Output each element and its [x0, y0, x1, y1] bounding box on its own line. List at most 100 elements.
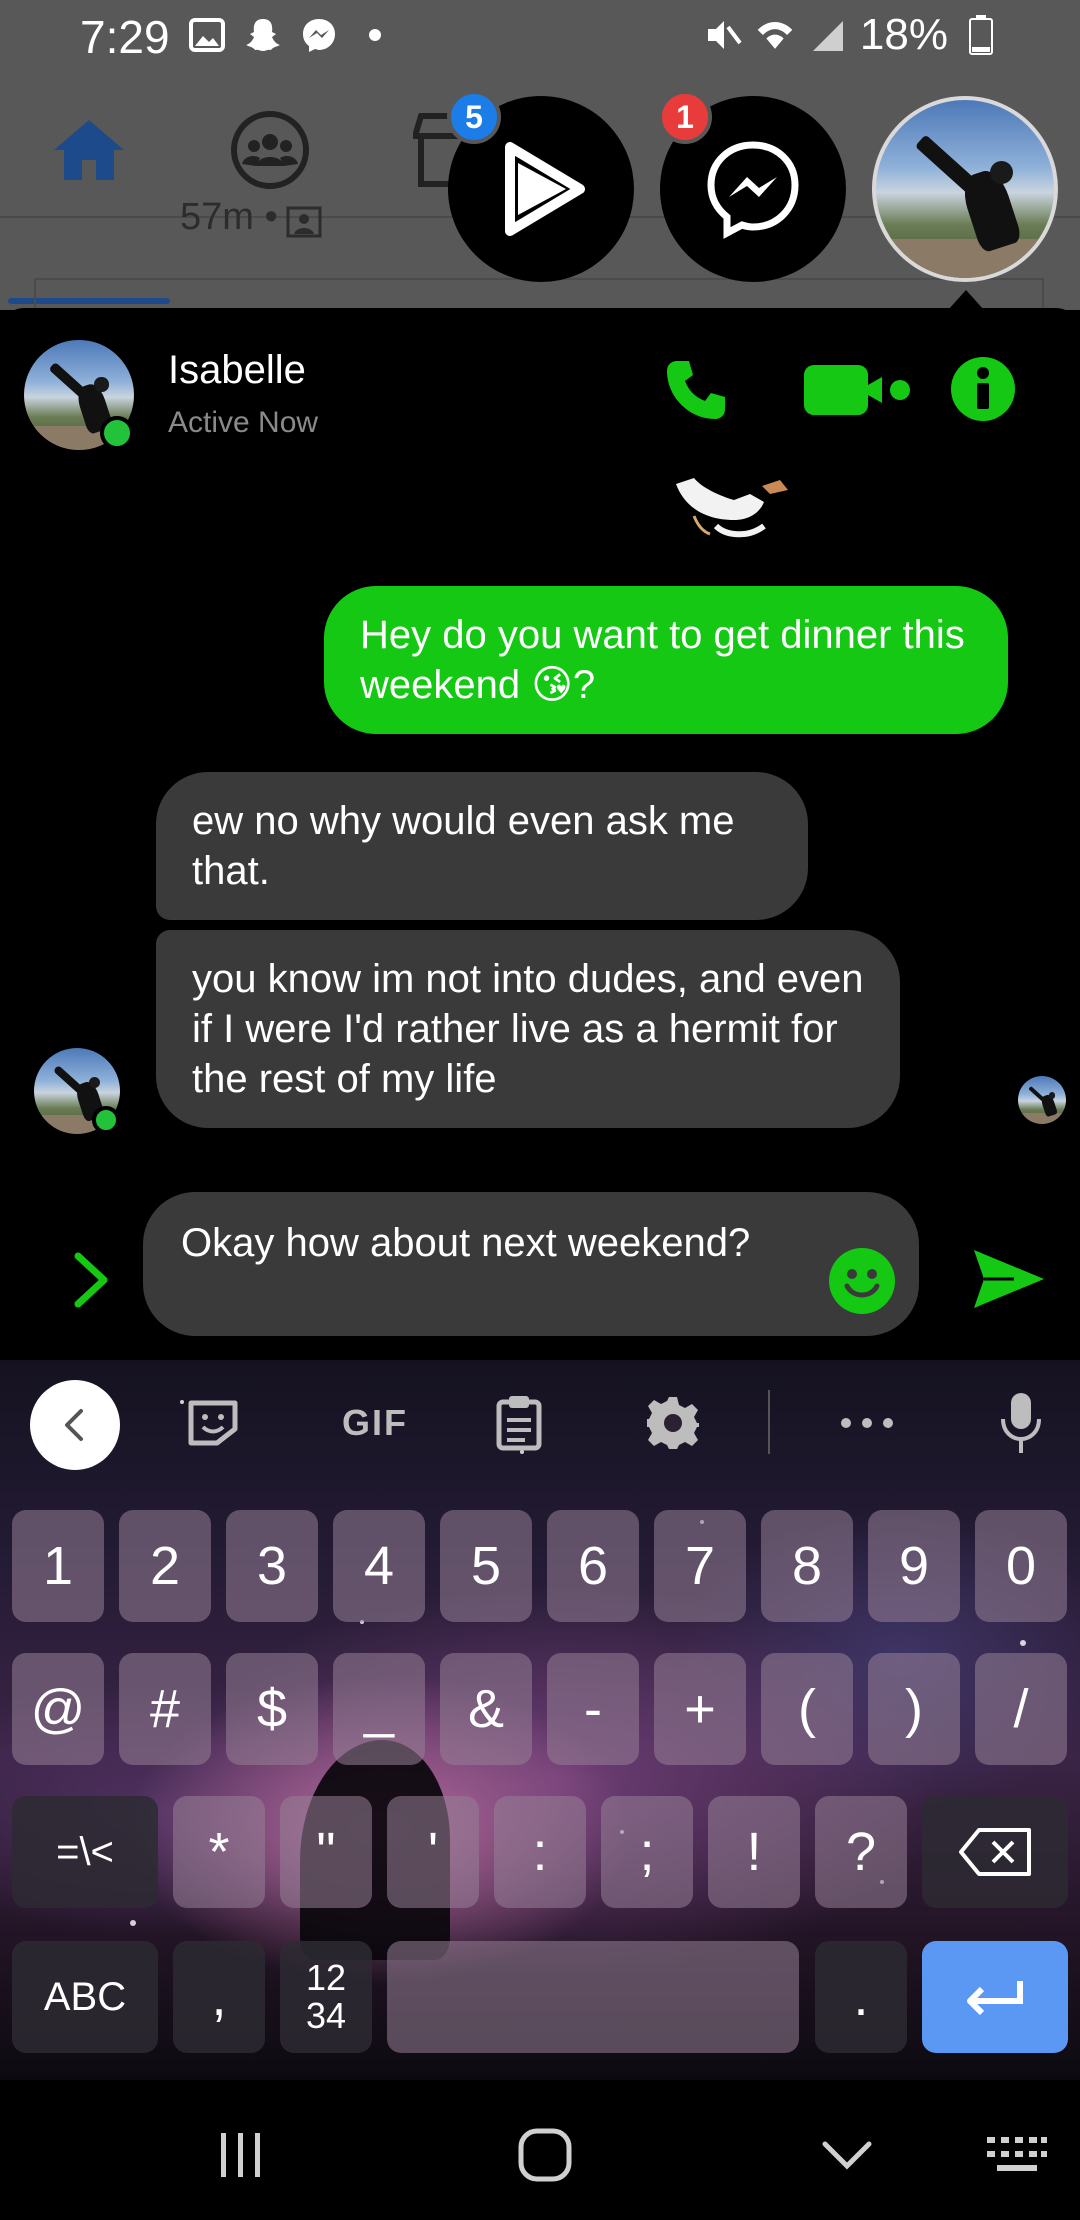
chevron-down-icon: [822, 2141, 872, 2170]
battery-percent: 18%: [859, 10, 948, 59]
gif-button[interactable]: GIF: [320, 1388, 430, 1458]
hide-keyboard-button[interactable]: [802, 2120, 892, 2190]
keyboard-toolbar-collapse-button[interactable]: [30, 1380, 120, 1470]
key-at[interactable]: @: [12, 1653, 104, 1765]
incoming-message[interactable]: ew no why would even ask me that.: [156, 772, 808, 920]
key-4[interactable]: 4: [333, 1510, 425, 1622]
keyboard-settings-button[interactable]: [628, 1388, 718, 1458]
send-button[interactable]: [970, 1246, 1046, 1312]
key-9[interactable]: 9: [868, 1510, 960, 1622]
key-period[interactable]: .: [815, 1941, 907, 2053]
space-key[interactable]: [387, 1941, 799, 2053]
message-input[interactable]: Okay how about next weekend?: [143, 1192, 919, 1336]
key-label: 8: [791, 1536, 823, 1596]
fb-groups-tab[interactable]: [205, 90, 335, 210]
key-label: ,: [211, 1967, 227, 2027]
key-close-paren[interactable]: ): [868, 1653, 960, 1765]
clipboard-button[interactable]: [474, 1388, 564, 1458]
online-indicator: [100, 416, 134, 450]
key-plus[interactable]: +: [654, 1653, 746, 1765]
key-label: 0: [1005, 1536, 1037, 1596]
key-comma[interactable]: ,: [173, 1941, 265, 2053]
key-numpad-toggle[interactable]: 12 34: [280, 1941, 372, 2053]
smiley-icon: [844, 1269, 880, 1298]
key-semicolon[interactable]: ;: [601, 1796, 693, 1908]
key-question[interactable]: ?: [815, 1796, 907, 1908]
mute-icon: [704, 16, 742, 54]
key-slash[interactable]: /: [975, 1653, 1067, 1765]
video-call-button[interactable]: [800, 358, 914, 422]
recents-icon: [221, 2133, 260, 2177]
key-hash[interactable]: #: [119, 1653, 211, 1765]
voice-input-button[interactable]: [976, 1388, 1066, 1458]
key-label: 9: [898, 1536, 930, 1596]
read-receipt-avatar: [1018, 1076, 1066, 1124]
key-symbols-page-toggle[interactable]: =\<: [12, 1796, 158, 1908]
sticker-partial: [676, 478, 788, 538]
key-label: 5: [470, 1536, 502, 1596]
key-dollar[interactable]: $: [226, 1653, 318, 1765]
fb-home-tab[interactable]: [24, 90, 154, 210]
toolbar-separator: [768, 1390, 770, 1454]
battery-icon: [962, 15, 1000, 55]
emoji-button[interactable]: [829, 1248, 895, 1314]
key-0[interactable]: 0: [975, 1510, 1067, 1622]
isabelle-chat-head[interactable]: [872, 96, 1058, 282]
key-6[interactable]: 6: [547, 1510, 639, 1622]
key-exclamation[interactable]: !: [708, 1796, 800, 1908]
incoming-message[interactable]: you know im not into dudes, and even if …: [156, 930, 900, 1128]
key-1[interactable]: 1: [12, 1510, 104, 1622]
key-5[interactable]: 5: [440, 1510, 532, 1622]
key-7[interactable]: 7: [654, 1510, 746, 1622]
info-icon: [951, 357, 1015, 421]
key-label: :: [532, 1822, 548, 1882]
key-ampersand[interactable]: &: [440, 1653, 532, 1765]
more-options-button[interactable]: [822, 1388, 912, 1458]
backspace-icon: [959, 1828, 1031, 1876]
home-button[interactable]: [500, 2120, 590, 2190]
key-label: ": [316, 1822, 336, 1882]
enter-key[interactable]: [922, 1941, 1068, 2053]
key-open-paren[interactable]: (: [761, 1653, 853, 1765]
key-label: 3: [256, 1536, 288, 1596]
message-sender-avatar[interactable]: [34, 1048, 120, 1134]
key-abc-toggle[interactable]: ABC: [12, 1941, 158, 2053]
messenger-icon: [707, 141, 799, 239]
key-single-quote[interactable]: ': [387, 1796, 479, 1908]
wifi-icon: [756, 16, 794, 54]
friends-audience-icon: [286, 206, 322, 238]
outgoing-message[interactable]: Hey do you want to get dinner this weeke…: [324, 586, 1008, 734]
key-3[interactable]: 3: [226, 1510, 318, 1622]
key-label: 2: [149, 1536, 181, 1596]
key-label: /: [1013, 1679, 1029, 1739]
chat-panel-pointer: [948, 290, 984, 310]
key-8[interactable]: 8: [761, 1510, 853, 1622]
sticker-button[interactable]: [168, 1388, 258, 1458]
phone-icon: [667, 361, 725, 419]
key-label: !: [746, 1822, 762, 1882]
status-bar: 7:29 18%: [0, 0, 1080, 70]
home-icon: [54, 120, 124, 180]
gallery-icon: [188, 16, 226, 54]
key-label: 7: [684, 1536, 716, 1596]
voice-call-button[interactable]: [658, 352, 734, 428]
key-label: (: [798, 1679, 816, 1739]
key-2[interactable]: 2: [119, 1510, 211, 1622]
key-asterisk[interactable]: *: [173, 1796, 265, 1908]
chevron-left-icon: [65, 1409, 83, 1441]
system-navigation-bar: [0, 2080, 1080, 2220]
switch-keyboard-button[interactable]: [972, 2120, 1062, 2190]
expand-actions-button[interactable]: [70, 1250, 114, 1310]
conversation-info-button[interactable]: [948, 354, 1018, 424]
microphone-icon: [1001, 1393, 1041, 1453]
backspace-key[interactable]: [922, 1796, 1068, 1908]
online-indicator: [92, 1106, 120, 1134]
key-double-quote[interactable]: ": [280, 1796, 372, 1908]
header-avatar[interactable]: [24, 340, 134, 450]
key-minus[interactable]: -: [547, 1653, 639, 1765]
messenger-status-icon: [300, 16, 338, 54]
key-underscore[interactable]: _: [333, 1653, 425, 1765]
key-colon[interactable]: :: [494, 1796, 586, 1908]
key-label: +: [684, 1679, 716, 1739]
recent-apps-button[interactable]: [196, 2120, 286, 2190]
